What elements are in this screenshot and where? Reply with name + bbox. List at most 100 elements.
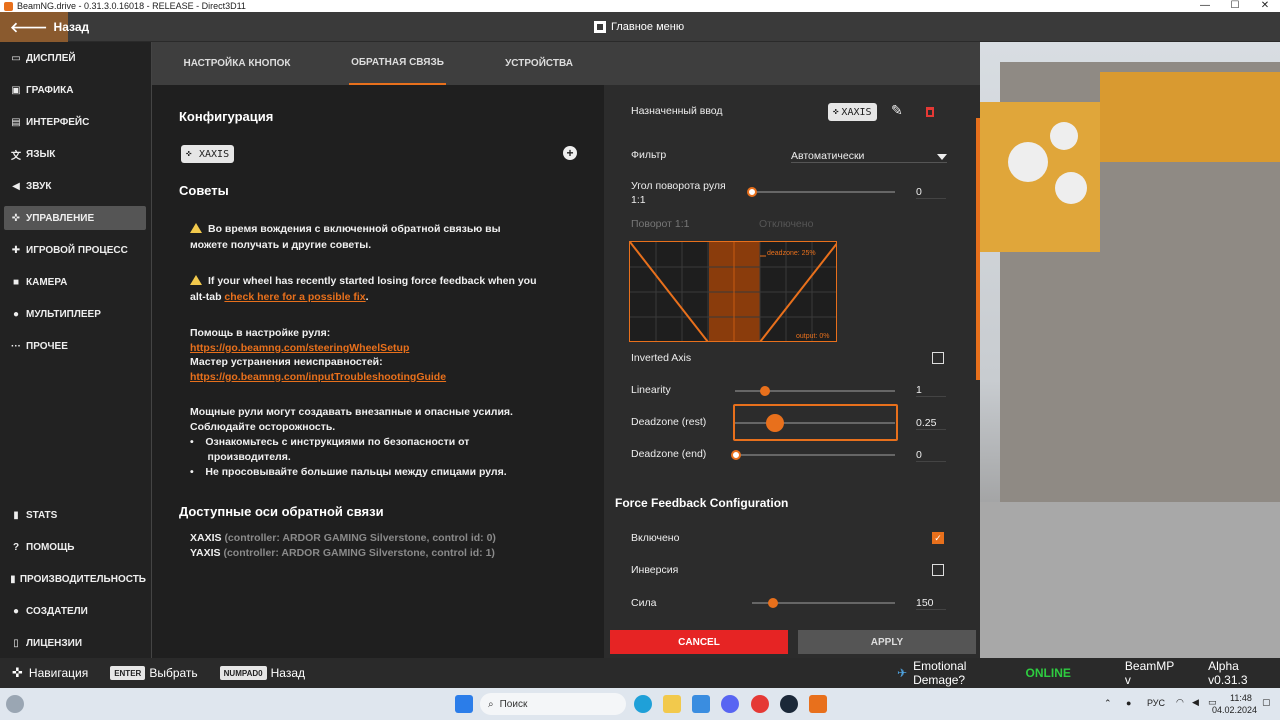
scene-ground <box>980 502 1280 658</box>
notifications-icon[interactable]: ▢ <box>1262 697 1271 708</box>
assigned-input-chip[interactable]: ✜ XAXIS <box>828 103 877 121</box>
store-icon[interactable] <box>692 695 710 713</box>
troubleshooting-link[interactable]: https://go.beamng.com/inputTroubleshooti… <box>190 371 446 383</box>
steer-angle-label: Угол поворота руля 1:1 <box>631 180 726 206</box>
edge-icon[interactable] <box>634 695 652 713</box>
sidebar-item-language[interactable]: 文 ЯЗЫК <box>4 142 146 166</box>
online-status: ONLINE <box>1025 666 1071 680</box>
axes-title: Доступные оси обратной связи <box>179 504 384 519</box>
apply-button[interactable]: APPLY <box>798 630 976 654</box>
tab-bindings[interactable]: НАСТРОЙКА КНОПОК <box>172 42 302 85</box>
app-icon <box>4 1 13 11</box>
volume-icon[interactable]: ◀ <box>1192 697 1199 708</box>
sidebar-item-help[interactable]: ? ПОМОЩЬ <box>4 535 146 559</box>
gamepad-icon: ✜ <box>11 212 21 224</box>
filter-select[interactable]: Автоматически <box>791 150 947 163</box>
steer-angle-value[interactable]: 0 <box>916 186 946 199</box>
dots-icon: ··· <box>11 340 21 352</box>
linearity-slider[interactable] <box>735 386 895 396</box>
tray-chevron-icon[interactable]: ⌃ <box>1104 698 1112 709</box>
steer-angle-slider[interactable] <box>747 187 895 197</box>
windows-start-icon[interactable] <box>455 695 473 713</box>
tab-devices[interactable]: УСТРОЙСТВА <box>492 42 586 85</box>
response-curve-graph: deadzone: 25% output: 0% <box>629 241 837 342</box>
discord-icon[interactable] <box>721 695 739 713</box>
file-explorer-icon[interactable] <box>663 695 681 713</box>
slider-knob[interactable] <box>731 450 741 460</box>
microphone-icon[interactable]: ● <box>1126 698 1131 708</box>
safety-warning: Мощные рули могут создавать внезапные и … <box>190 406 513 478</box>
delete-binding-icon[interactable] <box>926 107 934 117</box>
slider-knob[interactable] <box>768 598 778 608</box>
taskbar-search-input[interactable]: ⌕ Поиск <box>480 693 626 715</box>
input-language[interactable]: РУС <box>1147 698 1165 708</box>
deadzone-rest-slider[interactable] <box>735 414 895 432</box>
tab-force-feedback[interactable]: ОБРАТНАЯ СВЯЗЬ <box>349 42 446 85</box>
config-axis-chip[interactable]: ✜ XAXIS <box>181 145 235 163</box>
deadzone-end-value[interactable]: 0 <box>916 449 946 462</box>
nav-hint-label: Навигация <box>28 666 89 680</box>
possible-fix-link[interactable]: check here for a possible fix <box>224 291 365 303</box>
sidebar-item-other[interactable]: ··· ПРОЧЕЕ <box>4 334 146 358</box>
sidebar-item-camera[interactable]: ■ КАМЕРА <box>4 270 146 294</box>
graph-output-label: output: 0% <box>796 333 830 340</box>
enter-key-hint: ENTER <box>110 666 146 680</box>
ffb-strength-value[interactable]: 150 <box>916 597 946 610</box>
slider-knob[interactable] <box>766 414 784 432</box>
slider-knob[interactable] <box>760 386 770 396</box>
edit-binding-icon[interactable]: ✎ <box>891 102 903 119</box>
config-title: Конфигурация <box>179 109 274 124</box>
ffb-inversion-label: Инверсия <box>631 564 679 576</box>
people-icon: ● <box>12 308 20 320</box>
sidebar-item-licenses[interactable]: ▯ ЛИЦЕНЗИИ <box>4 631 146 655</box>
deadzone-end-label: Deadzone (end) <box>631 448 707 460</box>
yandex-browser-icon[interactable] <box>751 695 769 713</box>
clock-time[interactable]: 11:48 <box>1230 693 1252 703</box>
sidebar-item-gameplay[interactable]: ✚ ИГРОВОЙ ПРОЦЕСС <box>4 238 146 262</box>
panel-scrollbar[interactable] <box>976 118 980 380</box>
minimize-button[interactable]: — <box>1190 0 1220 12</box>
warning-icon <box>190 223 202 233</box>
sidebar-item-graphics[interactable]: ▣ ГРАФИКА <box>4 78 146 102</box>
sidebar-item-controls[interactable]: ✜ УПРАВЛЕНИЕ <box>4 206 146 230</box>
help-links: Помощь в настройке руля: https://go.beam… <box>190 327 447 383</box>
slider-knob[interactable] <box>747 187 757 197</box>
sidebar-item-performance[interactable]: ▮ ПРОИЗВОДИТЕЛЬНОСТЬ <box>4 567 146 591</box>
ffb-config-title: Force Feedback Configuration <box>615 496 789 510</box>
back-button[interactable]: 🡐 Назад <box>0 12 89 42</box>
ffb-strength-slider[interactable] <box>752 598 895 608</box>
game-bottombar: ✜ Навигация ENTER Выбрать NUMPAD0 Назад … <box>0 658 1280 688</box>
network-icon: ✈ <box>897 666 908 680</box>
beamng-taskbar-icon[interactable] <box>809 695 827 713</box>
ffb-info-panel: Конфигурация ✜ XAXIS + Советы Во время в… <box>152 85 604 658</box>
sidebar-item-credits[interactable]: ● СОЗДАТЕЛИ <box>4 599 146 623</box>
linearity-value[interactable]: 1 <box>916 384 946 397</box>
sidebar-item-interface[interactable]: ▤ ИНТЕРФЕЙС <box>4 110 146 134</box>
chevron-down-icon <box>937 154 947 160</box>
sidebar-item-sound[interactable]: ◀ ЗВУК <box>4 174 146 198</box>
close-button[interactable]: ✕ <box>1250 0 1280 12</box>
windows-taskbar: ⌕ Поиск ⌃ ● РУС ◠ ◀ ▭ 11:48 04.02.2024 ▢ <box>0 688 1280 720</box>
add-config-button[interactable]: + <box>563 146 577 160</box>
deadzone-rest-value[interactable]: 0.25 <box>916 417 946 430</box>
search-icon: ⌕ <box>488 698 494 710</box>
sidebar-item-display[interactable]: ▭ ДИСПЛЕЙ <box>4 46 146 70</box>
weather-icon[interactable] <box>6 695 24 713</box>
ffb-enabled-checkbox[interactable]: ✓ <box>932 532 944 544</box>
deadzone-end-slider[interactable] <box>731 450 895 460</box>
ffb-inversion-checkbox[interactable] <box>932 564 944 576</box>
clock-date[interactable]: 04.02.2024 <box>1212 705 1257 715</box>
wheel-setup-link[interactable]: https://go.beamng.com/steeringWheelSetup <box>190 342 409 354</box>
steam-icon[interactable] <box>780 695 798 713</box>
inverted-axis-checkbox[interactable] <box>932 352 944 364</box>
dpad-icon: ✜ <box>12 665 23 680</box>
wifi-icon[interactable]: ◠ <box>1176 697 1184 708</box>
axis-name: XAXIS <box>190 532 222 544</box>
bar-chart-icon: ▮ <box>10 573 16 585</box>
interface-icon: ▤ <box>11 116 21 128</box>
gamepad-icon: ✜ <box>833 107 839 117</box>
sidebar-item-multiplayer[interactable]: ● МУЛЬТИПЛЕЕР <box>4 302 146 326</box>
maximize-button[interactable]: ☐ <box>1220 0 1250 12</box>
sidebar-item-stats[interactable]: ▮ STATS <box>4 503 146 527</box>
cancel-button[interactable]: CANCEL <box>610 630 788 654</box>
